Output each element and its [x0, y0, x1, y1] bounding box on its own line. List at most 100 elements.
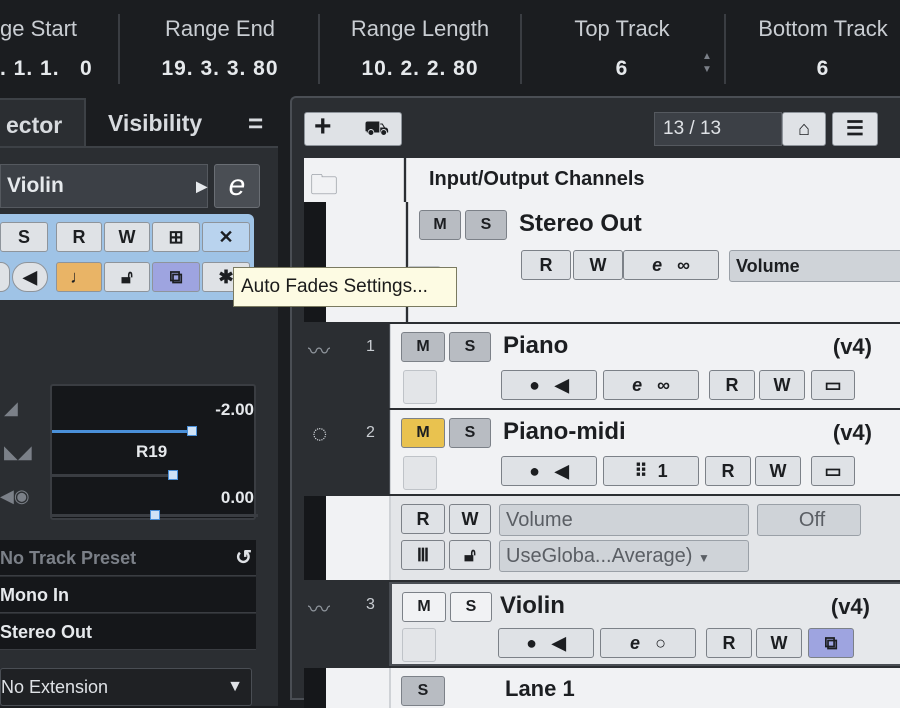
- inspector-body: Violin ▶ e S R W ⊞ ✕ ◀ ♩ 🔓︎ ⧉ ✱ ◢ ◣◢ ◀◉ …: [0, 146, 278, 706]
- tab-inspector[interactable]: ector: [0, 98, 86, 148]
- write-automation-button[interactable]: W: [756, 628, 802, 658]
- automation-track[interactable]: R W Volume Off Ⅲ 🔓︎ UseGloba...Average) …: [304, 496, 900, 580]
- menu-icon[interactable]: ☰: [832, 112, 878, 146]
- stereo-out-body: M S Stereo Out R W e ∞ Volume: [407, 202, 900, 322]
- add-track-icon[interactable]: +: [314, 110, 332, 144]
- bars-icon[interactable]: Ⅲ: [401, 540, 445, 570]
- input-routing[interactable]: Mono In: [0, 577, 256, 613]
- pan-slider-handle[interactable]: [168, 470, 178, 480]
- mute-button[interactable]: M: [401, 418, 445, 448]
- volume-value[interactable]: -2.00: [215, 400, 254, 420]
- read-automation-button[interactable]: R: [709, 370, 755, 400]
- track-color-box[interactable]: [403, 370, 437, 404]
- write-automation-button[interactable]: W: [449, 504, 491, 534]
- bottom-track-col[interactable]: Bottom Track 6: [728, 8, 900, 84]
- top-track-value[interactable]: 6: [524, 56, 720, 82]
- home-icon[interactable]: ⌂: [782, 112, 826, 146]
- read-automation-button[interactable]: R: [705, 456, 751, 486]
- volume-slider-handle[interactable]: [187, 426, 197, 436]
- automation-state-field[interactable]: Off: [757, 504, 861, 536]
- solo-button[interactable]: S: [0, 222, 48, 252]
- read-automation-button[interactable]: R: [706, 628, 752, 658]
- solo-button[interactable]: S: [449, 418, 491, 448]
- delay-value[interactable]: 0.00: [221, 488, 254, 508]
- track-row[interactable]: 〰 3 M S Violin (v4) ● ◀ e ○ R W ⧉: [304, 582, 900, 666]
- solo-button[interactable]: S: [450, 592, 492, 622]
- extension-dropdown[interactable]: No Extension ▼: [0, 668, 252, 706]
- edit-channel-button[interactable]: e ○: [600, 628, 696, 658]
- range-start-value[interactable]: . 1. 1. 0: [0, 56, 100, 82]
- mute-button[interactable]: M: [419, 210, 461, 240]
- folder-track[interactable]: 🗀 Input/Output Channels: [304, 158, 900, 202]
- write-automation-button[interactable]: W: [755, 456, 801, 486]
- lanes-icon[interactable]: ▭: [811, 456, 855, 486]
- separator: [118, 14, 120, 84]
- hamburger-icon[interactable]: =: [236, 98, 276, 148]
- pan-value[interactable]: R19: [136, 442, 167, 462]
- monitor-icon[interactable]: ◀: [12, 262, 48, 292]
- lane-icon[interactable]: ⊞: [152, 222, 200, 252]
- inspector-track-name[interactable]: Violin ▶: [0, 164, 208, 208]
- mute-button[interactable]: M: [401, 332, 445, 362]
- track-color-box[interactable]: [403, 456, 437, 490]
- write-automation-button[interactable]: W: [573, 250, 623, 280]
- bottom-track-value[interactable]: 6: [728, 56, 900, 82]
- solo-button[interactable]: S: [401, 676, 445, 706]
- auto-fades-icon[interactable]: ⧉: [152, 262, 200, 292]
- note-icon[interactable]: ♩: [56, 262, 102, 292]
- pan-slider-track: [52, 474, 176, 477]
- folder-track-name[interactable]: Input/Output Channels: [429, 168, 645, 191]
- separator: [318, 14, 320, 84]
- auto-fades-icon[interactable]: ⧉: [808, 628, 854, 658]
- range-end-value[interactable]: 19. 3. 3. 80: [122, 56, 318, 82]
- add-track-preset-icon[interactable]: ⛟: [364, 118, 389, 143]
- track-row[interactable]: ◌ 2 M S Piano-midi (v4) ● ◀ ⠿ 1 R W ▭: [304, 410, 900, 494]
- edit-channel-button[interactable]: e ∞: [603, 370, 699, 400]
- lock-icon[interactable]: 🔓︎: [104, 262, 150, 292]
- parameter-field[interactable]: Volume: [729, 250, 900, 282]
- write-automation-button[interactable]: W: [104, 222, 150, 252]
- record-monitor-buttons[interactable]: ● ◀: [501, 456, 597, 486]
- track-name[interactable]: Piano: [503, 332, 568, 360]
- folder-track-header: 🗀: [304, 158, 404, 202]
- lane-row[interactable]: S Lane 1: [304, 668, 900, 708]
- lane-name[interactable]: Lane 1: [505, 676, 575, 702]
- read-automation-button[interactable]: R: [401, 504, 445, 534]
- record-monitor-buttons[interactable]: ● ◀: [498, 628, 594, 658]
- read-automation-button[interactable]: R: [56, 222, 102, 252]
- range-length-col[interactable]: Range Length 10. 2. 2. 80: [322, 8, 518, 84]
- record-monitor-buttons[interactable]: ● ◀: [501, 370, 597, 400]
- track-name[interactable]: Stereo Out: [519, 210, 642, 238]
- range-length-value[interactable]: 10. 2. 2. 80: [322, 56, 518, 82]
- track-color-strip: [304, 668, 326, 708]
- write-automation-button[interactable]: W: [759, 370, 805, 400]
- midi-channel-field[interactable]: ⠿ 1: [603, 456, 699, 486]
- solo-button[interactable]: S: [449, 332, 491, 362]
- delay-slider-handle[interactable]: [150, 510, 160, 520]
- automation-mode-field[interactable]: UseGloba...Average) ▼: [499, 540, 749, 572]
- track-preset-field[interactable]: No Track Preset ↺: [0, 540, 256, 576]
- track-name[interactable]: Violin: [500, 592, 565, 620]
- range-end-col[interactable]: Range End 19. 3. 3. 80: [122, 8, 318, 84]
- output-routing[interactable]: Stereo Out: [0, 614, 256, 650]
- top-track-col[interactable]: Top Track 6: [524, 8, 720, 84]
- track-number: 3: [366, 596, 375, 613]
- tab-visibility[interactable]: Visibility: [96, 98, 226, 148]
- lanes-icon[interactable]: ▭: [811, 370, 855, 400]
- spinner-icon[interactable]: ▲ ▼: [700, 50, 714, 82]
- track-name[interactable]: Piano-midi: [503, 418, 626, 446]
- edit-channel-button[interactable]: e: [214, 164, 260, 208]
- mute-button[interactable]: M: [402, 592, 446, 622]
- volume-icon: ◢: [4, 398, 18, 418]
- record-icon[interactable]: [0, 262, 10, 292]
- reset-icon[interactable]: ↺: [235, 540, 252, 576]
- range-start-col[interactable]: ge Start . 1. 1. 0: [0, 8, 100, 84]
- track-color-box[interactable]: [402, 628, 436, 662]
- track-row[interactable]: 〰 1 M S Piano (v4) ● ◀ e ∞ R W ▭: [304, 324, 900, 408]
- freeze-icon[interactable]: ✕: [202, 222, 250, 252]
- lock-icon[interactable]: 🔓︎: [449, 540, 491, 570]
- automation-parameter-field[interactable]: Volume: [499, 504, 749, 536]
- read-automation-button[interactable]: R: [521, 250, 571, 280]
- solo-button[interactable]: S: [465, 210, 507, 240]
- edit-channel-button[interactable]: e ∞: [623, 250, 719, 280]
